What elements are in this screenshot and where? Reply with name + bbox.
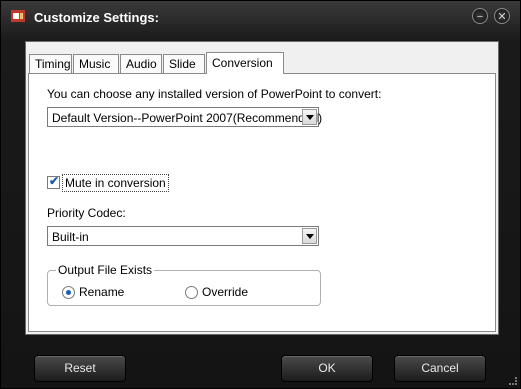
app-icon — [11, 10, 25, 22]
ok-button[interactable]: OK — [281, 355, 373, 382]
mute-checkbox[interactable]: ✔ — [47, 174, 60, 189]
powerpoint-version-value: Default Version--PowerPoint 2007(Recomme… — [52, 111, 323, 125]
titlebar[interactable]: Customize Settings: − ✕ — [1, 1, 520, 37]
priority-codec-select[interactable]: Built-in — [47, 226, 319, 246]
output-file-exists-title: Output File Exists — [56, 263, 155, 277]
close-button[interactable]: ✕ — [494, 8, 510, 24]
window-title: Customize Settings: — [34, 10, 159, 25]
reset-button[interactable]: Reset — [34, 355, 126, 382]
checkmark-icon: ✔ — [49, 174, 60, 188]
settings-panel: Timing Music Audio Slide Conversion You … — [25, 41, 499, 335]
chevron-down-icon[interactable] — [302, 228, 317, 244]
powerpoint-version-select[interactable]: Default Version--PowerPoint 2007(Recomme… — [47, 107, 323, 127]
conversion-page: You can choose any installed version of … — [28, 73, 496, 332]
resize-grip-icon[interactable] — [509, 377, 517, 385]
version-prompt: You can choose any installed version of … — [47, 87, 382, 101]
tab-music[interactable]: Music — [73, 54, 119, 73]
radio-selected-icon — [66, 290, 71, 295]
tab-conversion[interactable]: Conversion — [206, 52, 284, 74]
override-radio[interactable] — [185, 286, 198, 299]
chevron-down-icon[interactable] — [302, 109, 317, 125]
cancel-button[interactable]: Cancel — [394, 355, 486, 382]
priority-codec-label: Priority Codec: — [47, 206, 126, 220]
settings-window: Customize Settings: − ✕ Timing Music Aud… — [0, 0, 521, 389]
tab-audio[interactable]: Audio — [120, 54, 162, 73]
rename-label[interactable]: Rename — [79, 285, 124, 299]
output-file-exists-group: Output File Exists Rename Override — [47, 263, 321, 306]
tab-timing[interactable]: Timing — [29, 54, 72, 73]
tab-slide[interactable]: Slide — [163, 54, 205, 73]
rename-radio[interactable] — [62, 286, 75, 299]
override-label[interactable]: Override — [202, 285, 248, 299]
minimize-button[interactable]: − — [472, 8, 488, 24]
priority-codec-value: Built-in — [52, 230, 89, 244]
mute-label[interactable]: Mute in conversion — [62, 174, 169, 192]
